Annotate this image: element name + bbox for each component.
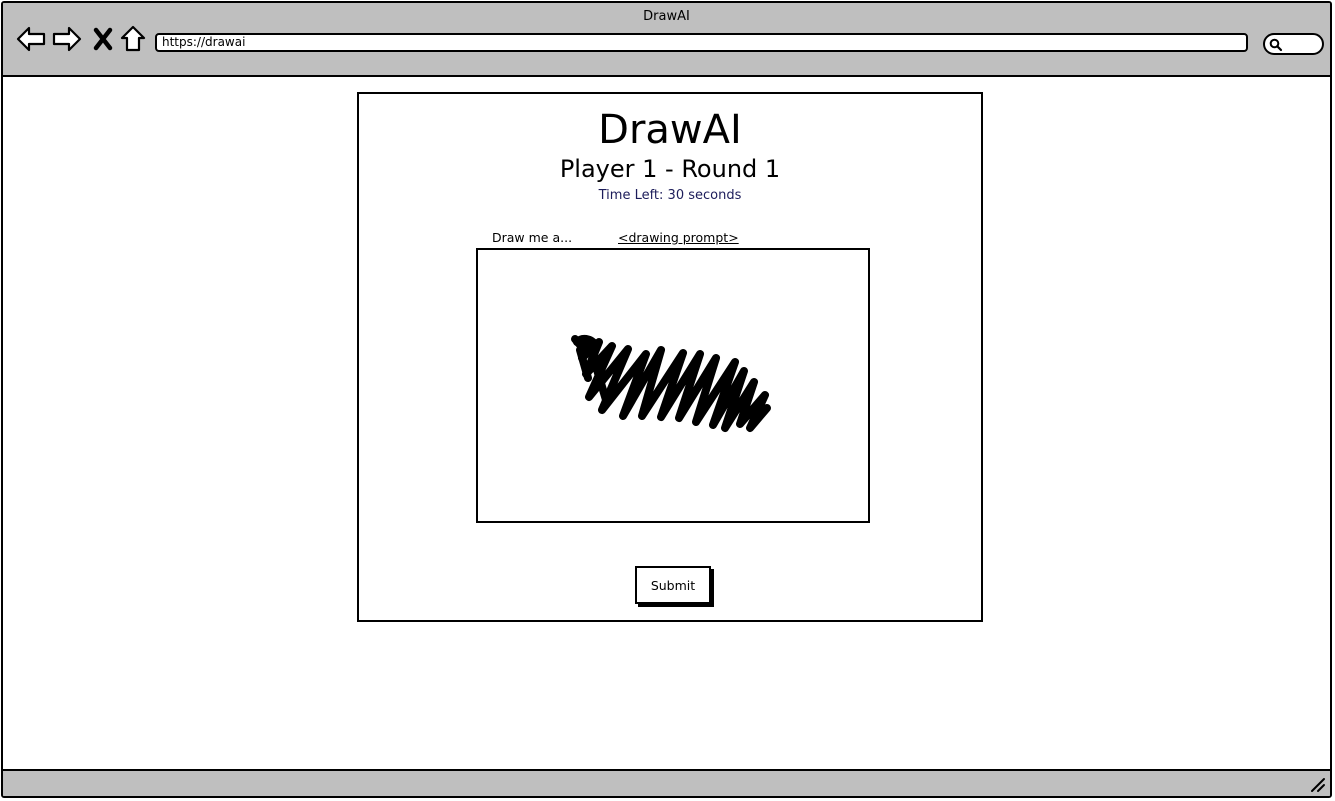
prompt-label: Draw me a... xyxy=(492,230,573,245)
close-x-icon[interactable] xyxy=(87,23,119,55)
url-bar[interactable]: https://drawai xyxy=(155,33,1248,52)
browser-chrome: DrawAI https://drawai xyxy=(3,3,1330,77)
drawing-prompt-link[interactable]: <drawing prompt> xyxy=(618,230,739,246)
time-left-text: Time Left: 30 seconds xyxy=(598,188,742,203)
browser-search-field[interactable] xyxy=(1263,33,1324,55)
round-title: Player 1 - Round 1 xyxy=(559,155,781,183)
app-title: DrawAI xyxy=(598,107,742,153)
search-icon xyxy=(1269,38,1283,52)
forward-arrow-icon[interactable] xyxy=(51,23,83,55)
browser-window: DrawAI https://drawai DrawAI Player 1 - … xyxy=(1,1,1332,798)
submit-button[interactable]: Submit xyxy=(635,566,711,604)
home-icon[interactable] xyxy=(117,23,149,55)
resize-grip-icon[interactable] xyxy=(1310,777,1326,793)
status-bar xyxy=(3,769,1330,796)
drawing-canvas[interactable] xyxy=(476,248,870,523)
scribble-drawing xyxy=(571,334,771,432)
back-arrow-icon[interactable] xyxy=(15,23,47,55)
game-panel: DrawAI Player 1 - Round 1 Time Left: 30 … xyxy=(357,92,983,622)
window-title: DrawAI xyxy=(643,9,690,24)
